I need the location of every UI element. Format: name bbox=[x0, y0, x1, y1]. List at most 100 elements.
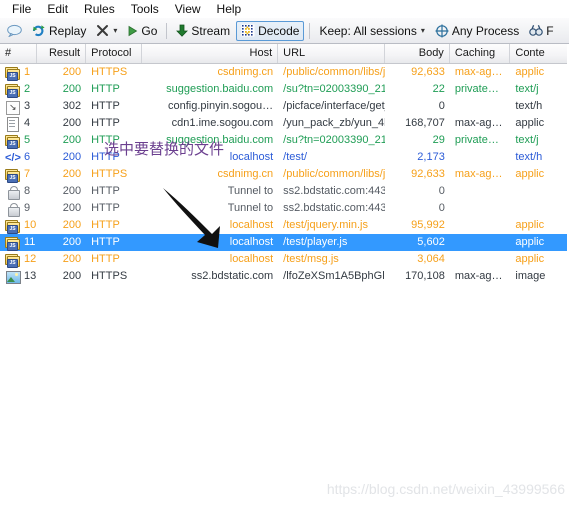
row-body: 170,108 bbox=[405, 270, 445, 282]
row-result: 200 bbox=[62, 66, 82, 78]
row-number-cell: </> 6 bbox=[0, 149, 37, 166]
row-result: 200 bbox=[62, 185, 82, 197]
replay-button[interactable]: Replay bbox=[28, 21, 90, 41]
row-url: /public/common/libs/jquer… bbox=[283, 168, 386, 180]
table-row[interactable]: JS 5 200 HTTP suggestion.baidu.com/su?tn=020… bbox=[0, 132, 569, 149]
table-row[interactable]: JS 11 200 HTTP localhost/test/player.js 5,602… bbox=[0, 234, 569, 251]
row-result: 200 bbox=[62, 253, 82, 265]
row-host: suggestion.baidu.com bbox=[166, 134, 274, 146]
menu-view[interactable]: View bbox=[167, 1, 209, 17]
row-result: 200 bbox=[62, 117, 82, 129]
row-url: /test/msg.js bbox=[283, 253, 339, 265]
table-row[interactable]: ↘ 3 302 HTTP config.pinyin.sogou… /picface/in… bbox=[0, 98, 569, 115]
keep-dropdown-caret[interactable]: ▾ bbox=[421, 26, 425, 35]
html-doc-icon: </> bbox=[5, 151, 21, 164]
col-header-url[interactable]: URL bbox=[278, 44, 386, 63]
col-header-protocol[interactable]: Protocol bbox=[86, 44, 142, 63]
toolbar-separator-2 bbox=[309, 22, 311, 39]
js-script-icon: JS bbox=[5, 253, 21, 268]
row-url: ss2.bdstatic.com:443 bbox=[283, 185, 386, 197]
row-body: 95,992 bbox=[411, 219, 445, 231]
row-content-type: text/h bbox=[515, 100, 543, 112]
row-number-cell: JS 11 bbox=[0, 234, 37, 251]
table-row[interactable]: JS 1 200 HTTPS csdnimg.cn/public/common/libs… bbox=[0, 64, 569, 81]
row-content-type: text/j bbox=[515, 83, 539, 95]
keep-sessions-dropdown[interactable]: Keep: All sessions ▾ bbox=[315, 21, 428, 41]
row-content-type: text/h bbox=[515, 151, 543, 163]
row-protocol: HTTPS bbox=[91, 168, 128, 180]
col-header-result[interactable]: Result bbox=[37, 44, 87, 63]
row-number-cell: JS 10 bbox=[0, 217, 37, 234]
any-process-button[interactable]: Any Process bbox=[431, 21, 523, 41]
menu-tools[interactable]: Tools bbox=[123, 1, 167, 17]
row-content-type: applic bbox=[515, 236, 545, 248]
row-host: Tunnel to bbox=[227, 202, 274, 214]
row-host: cdn1.ime.sogou.com bbox=[171, 117, 274, 129]
table-row[interactable]: </> 6 200 HTTP localhost/test/2,173 text/h bbox=[0, 149, 569, 166]
table-row[interactable]: 9 200 HTTP Tunnel to ss2.bdstatic.com:443 0 bbox=[0, 200, 569, 217]
row-body: 92,633 bbox=[411, 66, 445, 78]
table-row[interactable]: 13 200 HTTPS ss2.bdstatic.com/lfoZeXSm1A5Bp… bbox=[0, 268, 569, 285]
js-script-icon: JS bbox=[5, 219, 21, 234]
row-number: 7 bbox=[24, 168, 31, 180]
row-number: 11 bbox=[24, 236, 36, 248]
col-header-caching[interactable]: Caching bbox=[450, 44, 511, 63]
row-caching bbox=[450, 98, 511, 115]
row-url: /public/common/libs/jquer… bbox=[283, 66, 386, 78]
remove-button[interactable]: ▾ bbox=[92, 21, 121, 41]
comment-button[interactable] bbox=[3, 21, 26, 41]
row-number: 1 bbox=[24, 66, 31, 78]
row-caching bbox=[450, 149, 511, 166]
row-number-cell: JS 5 bbox=[0, 132, 37, 149]
row-caching: max-ag… bbox=[454, 66, 503, 78]
row-content-type: applic bbox=[515, 117, 545, 129]
remove-dropdown-caret[interactable]: ▾ bbox=[113, 26, 117, 35]
decode-button[interactable]: Decode bbox=[236, 20, 305, 41]
row-number: 3 bbox=[24, 100, 31, 112]
table-row[interactable]: JS 2 200 HTTP suggestion.baidu.com/su?tn=020… bbox=[0, 81, 569, 98]
row-number: 12 bbox=[24, 253, 37, 265]
row-protocol: HTTP bbox=[91, 219, 120, 231]
row-number: 4 bbox=[24, 117, 31, 129]
table-row[interactable]: 8 200 HTTP Tunnel to ss2.bdstatic.com:443 0 bbox=[0, 183, 569, 200]
menu-rules[interactable]: Rules bbox=[76, 1, 123, 17]
js-script-icon: JS bbox=[5, 236, 21, 251]
menu-help[interactable]: Help bbox=[209, 1, 250, 17]
row-number-cell: ↘ 3 bbox=[0, 98, 37, 115]
table-row[interactable]: JS 7 200 HTTPS csdnimg.cn/public/common/libs… bbox=[0, 166, 569, 183]
row-number: 6 bbox=[24, 151, 31, 163]
table-row[interactable]: JS 10 200 HTTP localhost/test/jquery.min.js 9… bbox=[0, 217, 569, 234]
document-icon bbox=[5, 116, 21, 132]
row-content-type bbox=[510, 183, 569, 200]
table-row[interactable]: 4 200 HTTP cdn1.ime.sogou.com/yun_pack_zb/y… bbox=[0, 115, 569, 132]
row-host: localhost bbox=[229, 236, 274, 248]
table-row[interactable]: JS 12 200 HTTP localhost/test/msg.js 3,064 app… bbox=[0, 251, 569, 268]
row-body: 0 bbox=[438, 100, 445, 112]
col-header-host[interactable]: Host bbox=[142, 44, 279, 63]
menu-file[interactable]: File bbox=[4, 1, 39, 17]
any-process-label: Any Process bbox=[451, 23, 520, 38]
row-content-type: image bbox=[515, 270, 546, 282]
play-triangle-icon bbox=[127, 25, 138, 37]
col-header-body[interactable]: Body bbox=[385, 44, 450, 63]
row-result: 200 bbox=[62, 134, 82, 146]
row-body: 0 bbox=[438, 185, 445, 197]
stream-button[interactable]: Stream bbox=[172, 21, 234, 41]
row-number: 8 bbox=[24, 185, 31, 197]
row-protocol: HTTPS bbox=[91, 66, 128, 78]
row-host: suggestion.baidu.com bbox=[166, 83, 274, 95]
go-button[interactable]: Go bbox=[123, 21, 161, 41]
row-content-type: applic bbox=[515, 253, 545, 265]
image-icon bbox=[5, 270, 21, 284]
row-url: ss2.bdstatic.com:443 bbox=[283, 202, 386, 214]
row-result: 200 bbox=[62, 202, 82, 214]
col-header-num[interactable]: # bbox=[0, 44, 38, 63]
row-content-type: applic bbox=[515, 66, 545, 78]
row-number-cell: 8 bbox=[0, 183, 37, 200]
session-row-list: JS 1 200 HTTPS csdnimg.cn/public/common/libs… bbox=[0, 64, 569, 285]
find-button[interactable]: F bbox=[525, 21, 557, 41]
menu-edit[interactable]: Edit bbox=[39, 1, 76, 17]
col-header-content-type[interactable]: Conte bbox=[510, 44, 569, 63]
row-number-cell: JS 2 bbox=[0, 81, 37, 98]
row-body: 2,173 bbox=[417, 151, 445, 163]
